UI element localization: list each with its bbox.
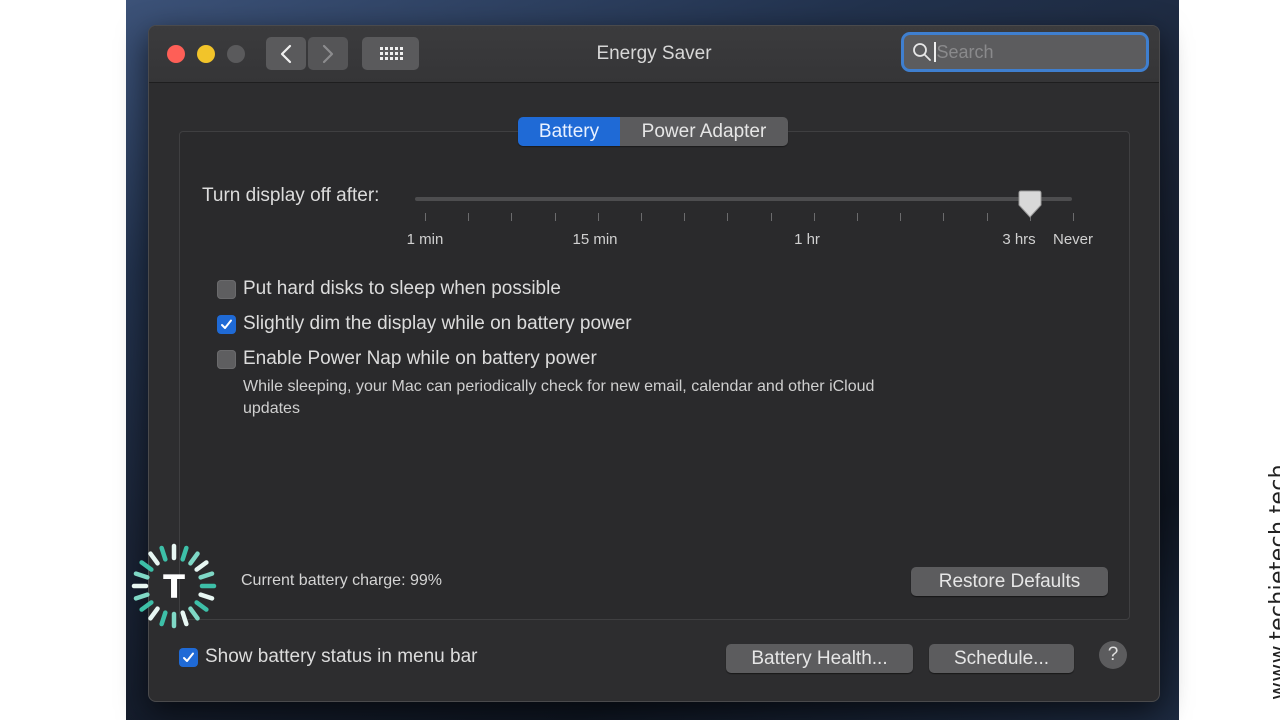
battery-charge-text: Current battery charge: 99% (241, 572, 442, 589)
tab-battery[interactable]: Battery (518, 117, 620, 146)
techietech-logo: T (131, 543, 217, 629)
logo-ray (148, 551, 160, 566)
schedule-button[interactable]: Schedule... (929, 644, 1074, 673)
slider-tick (511, 213, 513, 221)
checkmark-icon (221, 319, 232, 329)
logo-ray (188, 606, 200, 621)
battery-health-button[interactable]: Battery Health... (726, 644, 913, 673)
logo-ray (188, 551, 200, 566)
slider-tick (770, 213, 772, 221)
slider-tick (468, 213, 470, 221)
logo-ray (159, 610, 168, 627)
tick-label-15-min: 15 min (572, 231, 618, 248)
tick-label-1-hr: 1 hr (794, 231, 820, 248)
show-battery-status-label[interactable]: Show battery status in menu bar (205, 646, 477, 668)
dim-display-label[interactable]: Slightly dim the display while on batter… (243, 313, 632, 335)
search-icon (913, 43, 931, 61)
logo-ray (198, 571, 215, 580)
tick-label-never: Never (1052, 231, 1094, 248)
slider-tick (900, 213, 902, 221)
titlebar: Energy Saver (149, 26, 1159, 83)
logo-ray (198, 592, 215, 601)
search-field[interactable] (904, 35, 1146, 69)
logo-ray (133, 592, 150, 601)
display-off-label: Turn display off after: (202, 185, 380, 206)
slider-tick (1073, 213, 1074, 221)
logo-ray (194, 560, 209, 572)
slider-tick (684, 213, 686, 221)
help-button[interactable]: ? (1099, 641, 1127, 669)
search-input[interactable] (935, 41, 1127, 63)
slider-tick (597, 213, 599, 221)
power-nap-description: While sleeping, your Mac can periodicall… (243, 378, 875, 417)
tab-bar: Battery Power Adapter (518, 117, 788, 146)
slider-tick (425, 213, 426, 221)
logo-ray (148, 606, 160, 621)
logo-letter: T (163, 568, 185, 606)
slider-tick (986, 213, 988, 221)
watermark-text: www.techietech.tech (1266, 464, 1280, 700)
tick-label-1-min: 1 min (406, 231, 444, 248)
dim-display-checkbox[interactable] (217, 315, 236, 334)
slider-tick (943, 213, 945, 221)
show-battery-status-checkbox[interactable] (179, 648, 198, 667)
hard-disks-sleep-label[interactable]: Put hard disks to sleep when possible (243, 278, 561, 300)
power-nap-label[interactable]: Enable Power Nap while on battery power (243, 348, 597, 370)
logo-ray (180, 545, 189, 562)
checkmark-icon (183, 652, 194, 662)
tab-power-adapter[interactable]: Power Adapter (620, 117, 788, 146)
logo-ray (194, 600, 209, 612)
logo-ray (139, 600, 154, 612)
logo-ray (159, 545, 168, 562)
watermark-bar (1179, 0, 1280, 720)
logo-ray (139, 560, 154, 572)
slider-tick (727, 213, 729, 221)
slider-tick (857, 213, 858, 221)
slider-tick (641, 213, 642, 221)
energy-saver-window: Energy Saver Battery Power Adapter Turn … (148, 25, 1160, 702)
power-nap-checkbox[interactable] (217, 350, 236, 369)
restore-defaults-button[interactable]: Restore Defaults (911, 567, 1108, 596)
logo-ray (180, 610, 189, 627)
slider-tick (554, 213, 556, 221)
hard-disks-sleep-checkbox[interactable] (217, 280, 236, 299)
slider-thumb[interactable] (1018, 190, 1042, 218)
slider-tick (813, 213, 815, 221)
display-off-slider[interactable] (415, 197, 1072, 201)
logo-ray (133, 571, 150, 580)
tick-label-3-hrs: 3 hrs (1002, 231, 1036, 248)
